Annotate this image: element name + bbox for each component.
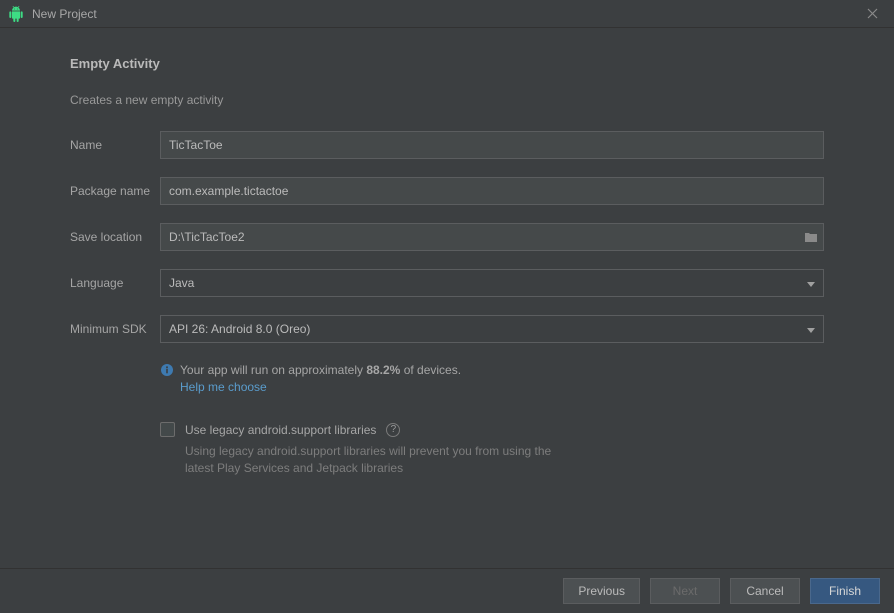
minsdk-label: Minimum SDK bbox=[70, 322, 160, 336]
location-row: Save location bbox=[70, 223, 824, 251]
location-input[interactable] bbox=[160, 223, 824, 251]
language-select[interactable]: Java bbox=[160, 269, 824, 297]
minsdk-row: Minimum SDK API 26: Android 8.0 (Oreo) bbox=[70, 315, 824, 343]
location-label: Save location bbox=[70, 230, 160, 244]
language-label: Language bbox=[70, 276, 160, 290]
help-icon[interactable]: ? bbox=[386, 423, 400, 437]
previous-button[interactable]: Previous bbox=[563, 578, 640, 604]
minsdk-select[interactable]: API 26: Android 8.0 (Oreo) bbox=[160, 315, 824, 343]
dialog-content: Empty Activity Creates a new empty activ… bbox=[0, 28, 894, 568]
compat-text: Your app will run on approximately 88.2%… bbox=[180, 363, 461, 377]
name-row: Name bbox=[70, 131, 824, 159]
language-value: Java bbox=[169, 276, 194, 290]
folder-icon bbox=[804, 231, 818, 243]
page-heading: Empty Activity bbox=[70, 56, 824, 71]
close-button[interactable] bbox=[858, 0, 886, 28]
android-logo-icon bbox=[8, 6, 24, 22]
chevron-down-icon bbox=[807, 276, 815, 290]
button-bar: Previous Next Cancel Finish bbox=[0, 568, 894, 613]
info-icon bbox=[160, 363, 174, 377]
package-input[interactable] bbox=[160, 177, 824, 205]
help-me-choose-link[interactable]: Help me choose bbox=[180, 380, 267, 394]
name-label: Name bbox=[70, 138, 160, 152]
legacy-checkbox[interactable] bbox=[160, 422, 175, 437]
legacy-block: Use legacy android.support libraries ? U… bbox=[160, 422, 824, 477]
next-button[interactable]: Next bbox=[650, 578, 720, 604]
name-input[interactable] bbox=[160, 131, 824, 159]
page-subtext: Creates a new empty activity bbox=[70, 93, 824, 107]
browse-location-button[interactable] bbox=[804, 231, 818, 243]
window-title: New Project bbox=[32, 7, 858, 21]
legacy-desc: Using legacy android.support libraries w… bbox=[185, 443, 575, 477]
language-row: Language Java bbox=[70, 269, 824, 297]
close-icon bbox=[867, 8, 878, 19]
info-block: Your app will run on approximately 88.2%… bbox=[160, 361, 824, 394]
title-bar: New Project bbox=[0, 0, 894, 28]
package-row: Package name bbox=[70, 177, 824, 205]
finish-button[interactable]: Finish bbox=[810, 578, 880, 604]
minsdk-value: API 26: Android 8.0 (Oreo) bbox=[169, 322, 310, 336]
cancel-button[interactable]: Cancel bbox=[730, 578, 800, 604]
package-label: Package name bbox=[70, 184, 160, 198]
chevron-down-icon bbox=[807, 322, 815, 336]
legacy-label: Use legacy android.support libraries bbox=[185, 423, 376, 437]
